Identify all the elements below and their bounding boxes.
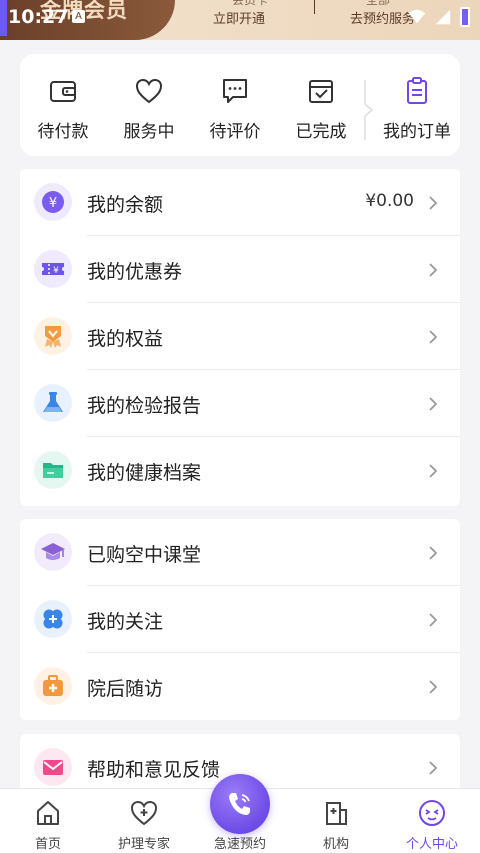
building-icon (326, 802, 347, 825)
menu-label: 已购空中课堂 (87, 544, 202, 566)
order-to-review[interactable]: 待评价 (192, 54, 278, 156)
balance-value: ¥0.00 (365, 191, 414, 211)
home-icon (37, 801, 59, 825)
nurse-heart-icon (130, 800, 158, 826)
menu-row-purchased-classes[interactable]: 已购空中课堂 (20, 519, 460, 586)
menu-group-services: 已购空中课堂 我的关注 院后随访 (20, 519, 460, 720)
menu-row-coupons[interactable]: ¥ 我的优惠券 (20, 236, 460, 303)
chevron-right-icon (429, 680, 438, 694)
status-bar: 10:27 A (0, 0, 480, 34)
order-pending-payment[interactable]: 待付款 (20, 54, 106, 156)
chevron-right-icon (429, 330, 438, 344)
menu-label: 帮助和意见反馈 (87, 759, 221, 781)
medical-kit-icon (34, 667, 72, 705)
order-divider (364, 80, 374, 140)
nav-label: 护理专家 (117, 837, 170, 852)
nav-label: 急速预约 (213, 837, 266, 852)
status-time: 10:27 (8, 6, 69, 28)
svg-text:¥: ¥ (49, 196, 57, 211)
menu-label: 我的关注 (87, 611, 164, 633)
nav-home[interactable]: 首页 (0, 789, 96, 853)
nav-nurse-experts[interactable]: 护理专家 (96, 789, 192, 853)
battery-icon (460, 7, 470, 27)
my-orders-button[interactable]: 我的订单 (374, 54, 460, 156)
signal-icon (435, 9, 451, 25)
graduation-cap-icon (34, 533, 72, 571)
nav-label: 个人中心 (405, 837, 458, 852)
menu-row-balance[interactable]: ¥ 我的余额 ¥0.00 (20, 169, 460, 236)
menu-group-account: ¥ 我的余额 ¥0.00 ¥ 我的优惠券 我的权益 我的检验报告 我的健康档案 (20, 169, 460, 506)
menu-row-follows[interactable]: 我的关注 (20, 586, 460, 653)
my-orders-label: 我的订单 (383, 122, 451, 142)
order-label: 已完成 (295, 122, 347, 142)
menu-row-health-records[interactable]: 我的健康档案 (20, 437, 460, 504)
menu-row-follow-up[interactable]: 院后随访 (20, 653, 460, 720)
chevron-right-icon (429, 196, 438, 210)
profile-face-icon (419, 800, 445, 826)
quick-booking-fab[interactable] (210, 774, 270, 834)
clipboard-icon (407, 77, 427, 104)
order-status-card: 待付款 服务中 待评价 已完成 我的订单 (20, 54, 460, 156)
chevron-right-icon (429, 263, 438, 277)
wifi-icon (408, 9, 426, 24)
calendar-check-icon (309, 80, 333, 103)
chevron-right-icon (429, 546, 438, 560)
status-icons (408, 7, 470, 27)
comment-icon (223, 79, 247, 103)
menu-label: 院后随访 (87, 678, 164, 700)
clover-icon (34, 600, 72, 638)
nav-profile[interactable]: 个人中心 (384, 789, 480, 853)
yen-icon: ¥ (34, 183, 72, 221)
svg-text:¥: ¥ (53, 266, 59, 276)
folder-icon (34, 451, 72, 489)
menu-row-benefits[interactable]: 我的权益 (20, 303, 460, 370)
wallet-icon (50, 81, 76, 102)
medal-icon (34, 317, 72, 355)
nav-label: 机构 (322, 837, 349, 852)
menu-label: 我的健康档案 (87, 462, 202, 484)
order-label: 待付款 (37, 122, 89, 142)
menu-label: 我的权益 (87, 328, 164, 350)
chevron-right-icon (429, 613, 438, 627)
flask-icon (34, 384, 72, 422)
chevron-right-icon (429, 761, 438, 775)
mail-icon (34, 748, 72, 786)
nav-institutions[interactable]: 机构 (288, 789, 384, 853)
order-label: 服务中 (123, 122, 175, 142)
menu-row-test-reports[interactable]: 我的检验报告 (20, 370, 460, 437)
nav-label: 首页 (34, 837, 61, 852)
phone-icon (229, 793, 250, 815)
heart-icon (135, 78, 163, 104)
chevron-right-icon (429, 397, 438, 411)
chevron-right-icon (429, 464, 438, 478)
status-notification-icon: A (72, 10, 85, 23)
coupon-icon: ¥ (34, 250, 72, 288)
order-in-service[interactable]: 服务中 (106, 54, 192, 156)
menu-label: 我的优惠券 (87, 261, 183, 283)
order-label: 待评价 (209, 122, 261, 142)
menu-label: 我的检验报告 (87, 395, 202, 417)
menu-label: 我的余额 (87, 194, 164, 216)
order-completed[interactable]: 已完成 (278, 54, 364, 156)
